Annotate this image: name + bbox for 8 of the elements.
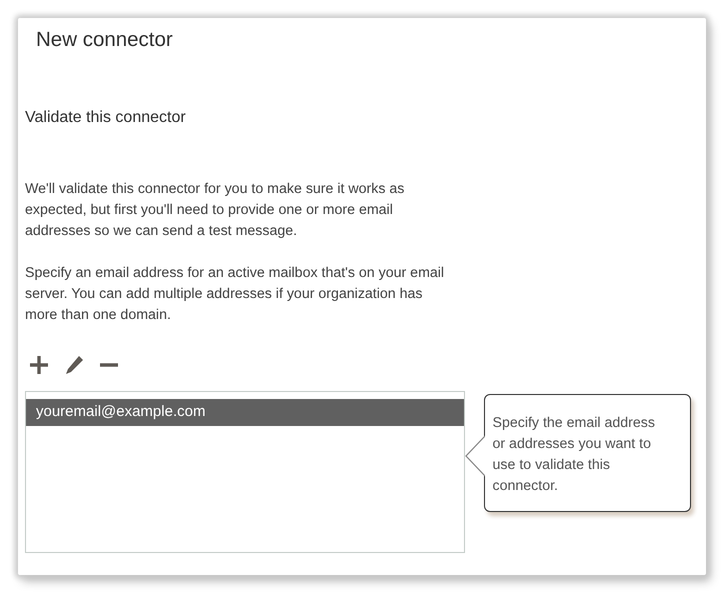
window-title: New connector	[36, 28, 174, 52]
description-text: We'll validate this connector for you to make sure it works as expected, but first you'll need to provide one or more email addresses so we can send a test message.	[25, 180, 406, 241]
description-text: Specify an email address for an active mailbox that's on your email server. You can add multiple addresses if your organization has more than one domain.	[25, 264, 446, 325]
pencil-icon[interactable]	[63, 354, 85, 376]
add-icon[interactable]	[28, 354, 50, 376]
callout-text: Specify the email address or addresses you want to use to validate this connector.	[492, 415, 655, 494]
section-heading: Validate this connector	[25, 109, 187, 127]
address-item[interactable]: youremail@example.com	[26, 399, 464, 426]
